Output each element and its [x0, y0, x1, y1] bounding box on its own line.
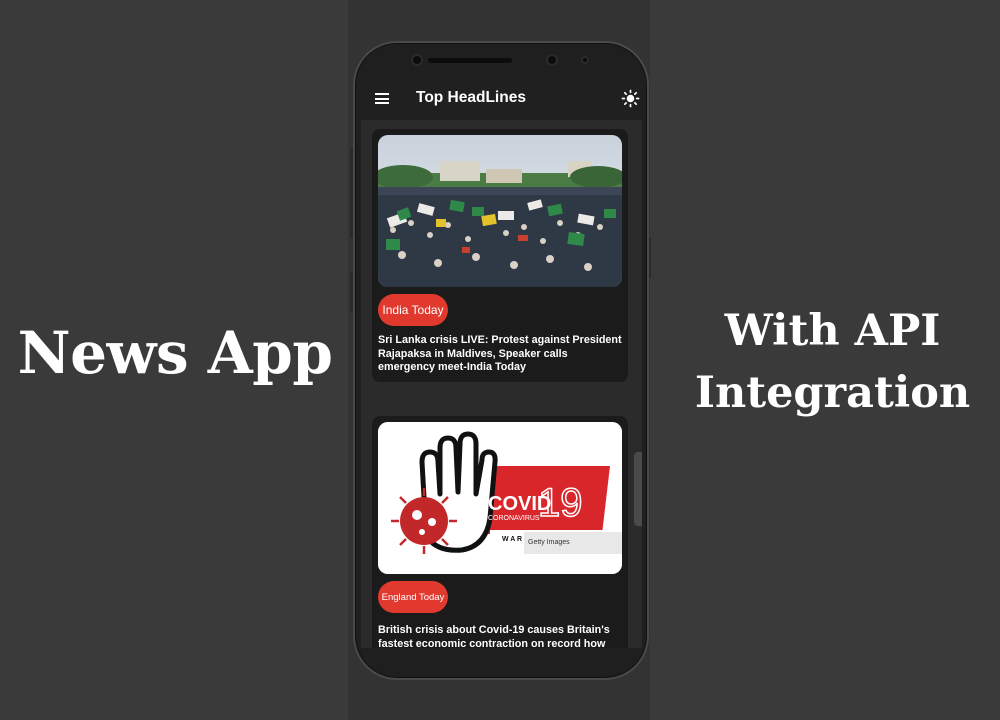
sensor-dot-icon [581, 56, 589, 64]
hamburger-menu-icon[interactable] [375, 93, 389, 104]
protest-crowd-photo[interactable] [378, 135, 622, 287]
news-card[interactable]: India Today Sri Lanka crisis LIVE: Prote… [372, 129, 628, 382]
source-badge[interactable]: India Today [378, 294, 448, 326]
news-card[interactable]: COVID CORONAVIRUS 19 W A R Getty Images … [372, 416, 628, 648]
promo-title: News App [17, 319, 333, 387]
scroll-handle[interactable] [634, 452, 642, 526]
virus-icon [391, 488, 457, 554]
sun-icon[interactable] [621, 89, 640, 108]
article-headline[interactable]: Sri Lanka crisis LIVE: Protest against P… [378, 334, 624, 375]
sensor-icon [546, 54, 558, 66]
covid-19-hand-graphic[interactable]: COVID CORONAVIRUS 19 W A R Getty Images [378, 422, 622, 574]
article-headline[interactable]: British crisis about Covid-19 causes Bri… [378, 624, 624, 648]
protest-crowd-image [378, 135, 622, 287]
source-badge[interactable]: England Today [378, 581, 448, 613]
nineteen-text: 19 [538, 481, 583, 525]
app-title: Top HeadLines [416, 89, 526, 106]
phone-speaker [428, 58, 512, 63]
getty-watermark: Getty Images [528, 539, 570, 546]
phone-screen: Top HeadLines India Today Sri Lanka cris… [361, 78, 642, 648]
promo-subtitle-line1: With API [724, 306, 941, 356]
covid-19-image: COVID CORONAVIRUS 19 W A R Getty Images [378, 422, 622, 574]
front-camera-icon [411, 54, 423, 66]
promo-subtitle: With API Integration [690, 300, 975, 424]
coronavirus-text: CORONAVIRUS [488, 515, 540, 522]
promo-subtitle-line2: Integration [694, 368, 971, 418]
app-bar: Top HeadLines [361, 78, 642, 120]
war-text: W A R [502, 536, 522, 543]
